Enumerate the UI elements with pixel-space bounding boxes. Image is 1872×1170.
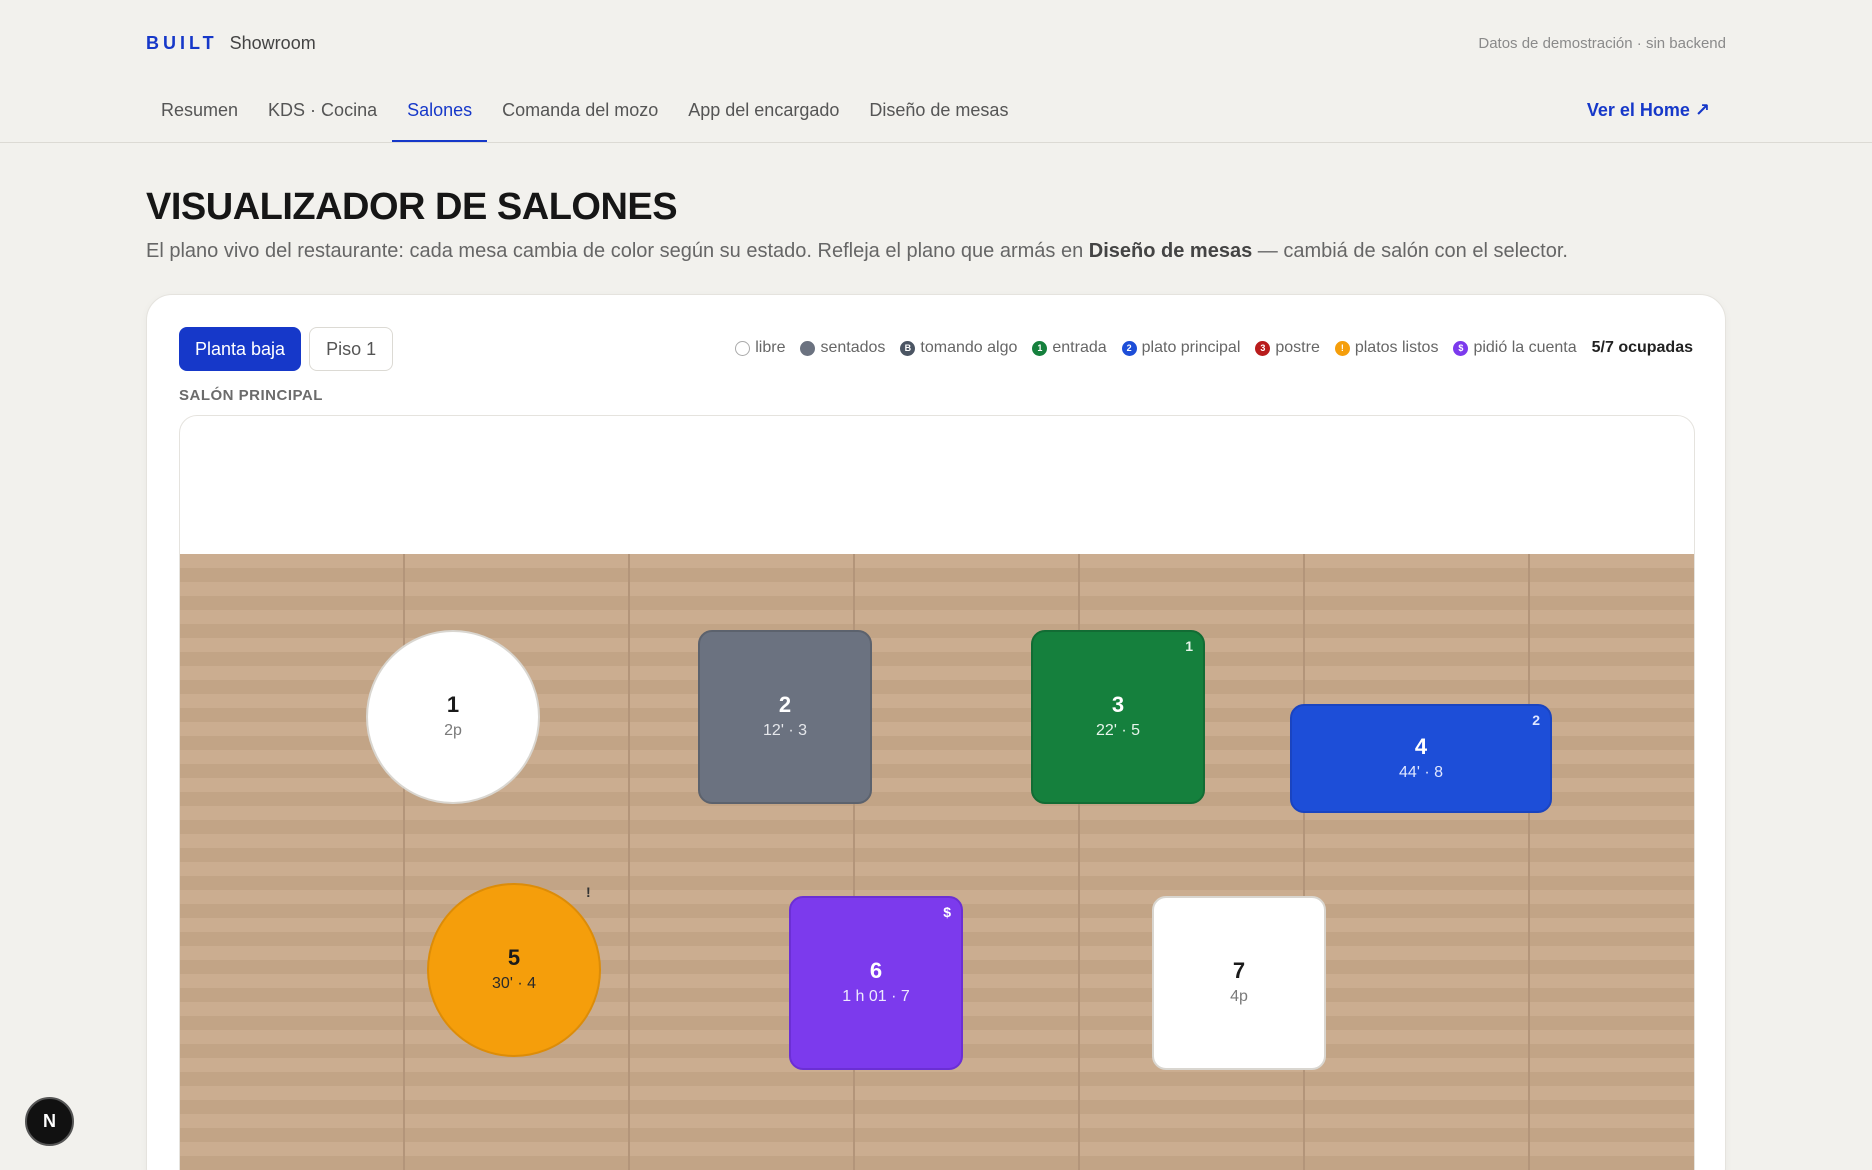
- occupancy-count: 5/7 ocupadas: [1591, 339, 1693, 356]
- table-1[interactable]: 1 2p: [366, 630, 540, 804]
- brand[interactable]: BUILT Showroom: [146, 33, 316, 54]
- nav-divider: [0, 142, 1872, 143]
- legend-label: postre: [1275, 339, 1320, 356]
- legend-label: tomando algo: [920, 339, 1018, 356]
- table-number: 7: [1232, 958, 1246, 983]
- table-meta: 22' · 5: [1096, 722, 1140, 739]
- tab-diseno-de-mesas[interactable]: Diseño de mesas: [854, 88, 1023, 143]
- tab-kds-cocina[interactable]: KDS · Cocina: [253, 88, 392, 143]
- legend-label: entrada: [1052, 339, 1107, 356]
- status-legend: libre sentados Btomando algo 1 entrada 2p…: [735, 339, 1693, 357]
- table-3[interactable]: 1 3 22' · 5: [1031, 630, 1205, 804]
- demo-note: Datos de demostración · sin backend: [1478, 34, 1726, 52]
- legend-item-tomando-algo: Btomando algo: [900, 339, 1017, 357]
- tab-resumen[interactable]: Resumen: [146, 88, 253, 143]
- legend-item-pidio-la-cuenta: $ pidió la cuenta: [1453, 339, 1577, 357]
- table-meta: 4p: [1230, 988, 1248, 1005]
- main-nav: Resumen KDS · Cocina Salones Comanda del…: [146, 88, 1726, 143]
- subtitle-emphasis: Diseño de mesas: [1088, 240, 1253, 262]
- subtitle-text: El plano vivo del restaurante: cada mesa…: [146, 240, 1089, 262]
- legend-label: plato principal: [1141, 339, 1241, 356]
- table-7[interactable]: 7 4p: [1152, 896, 1326, 1070]
- table-5[interactable]: 5 30' · 4: [427, 883, 601, 1057]
- legend-item-platos-listos: ! platos listos: [1334, 339, 1439, 357]
- legend-label: platos listos: [1354, 339, 1439, 356]
- home-link[interactable]: Ver el Home ↗: [1571, 88, 1726, 121]
- sentados-dot-icon: [800, 340, 816, 356]
- principal-dot-icon: 2: [1121, 340, 1137, 356]
- entrada-dot-icon: 1: [1032, 340, 1048, 356]
- plank-line: [628, 554, 630, 1170]
- nav-tabs: Resumen KDS · Cocina Salones Comanda del…: [146, 88, 1023, 143]
- table-5-badge: !: [586, 884, 591, 900]
- table-number: 2: [778, 692, 792, 717]
- tomando-dot-icon: B: [900, 340, 916, 356]
- floor-selector: Planta baja Piso 1: [179, 327, 394, 371]
- legend-label: pidió la cuenta: [1473, 339, 1577, 356]
- floor-plan: 1 2p 2 12' · 3 1 3 22' · 5 2 4 44' · 8 5…: [179, 415, 1695, 1170]
- table-meta: 44' · 8: [1399, 763, 1443, 781]
- table-badge: 1: [1185, 638, 1193, 654]
- legend-item-postre: 3 postre: [1255, 339, 1320, 357]
- table-6[interactable]: $ 6 1 h 01 · 7: [789, 896, 963, 1070]
- cuenta-dot-icon: $: [1453, 340, 1469, 356]
- listos-dot-icon: !: [1334, 340, 1350, 356]
- table-number: 5: [507, 945, 521, 970]
- table-number: 6: [869, 958, 883, 983]
- table-meta: 1 h 01 · 7: [842, 988, 910, 1005]
- table-number: 3: [1111, 692, 1125, 717]
- legend-label: sentados: [820, 339, 886, 356]
- table-badge: 2: [1532, 712, 1540, 728]
- top-bar: BUILT Showroom Datos de demostración · s…: [146, 28, 1726, 58]
- table-meta: 30' · 4: [492, 975, 536, 992]
- tab-comanda-del-mozo[interactable]: Comanda del mozo: [487, 88, 673, 143]
- tab-app-del-encargado[interactable]: App del encargado: [673, 88, 854, 143]
- plank-line: [1528, 554, 1530, 1170]
- plank-line: [1303, 554, 1305, 1170]
- floor-planta-baja-button[interactable]: Planta baja: [179, 327, 302, 371]
- salon-card: Planta baja Piso 1 libre sentados Btoman…: [146, 294, 1726, 1170]
- page-subtitle: El plano vivo del restaurante: cada mesa…: [146, 240, 1568, 263]
- postre-dot-icon: 3: [1255, 340, 1271, 356]
- table-number: 4: [1414, 733, 1428, 759]
- legend-label: libre: [755, 339, 786, 356]
- room-label: SALÓN PRINCIPAL: [179, 387, 323, 404]
- table-badge: $: [943, 904, 951, 920]
- legend-item-entrada: 1 entrada: [1032, 339, 1107, 357]
- table-4[interactable]: 2 4 44' · 8: [1290, 704, 1552, 813]
- table-meta: 12' · 3: [763, 722, 807, 739]
- table-number: 1: [446, 692, 460, 717]
- legend-item-libre: libre: [735, 339, 785, 357]
- dev-tools-badge[interactable]: N: [25, 1097, 74, 1146]
- brand-logo: BUILT: [146, 32, 218, 53]
- subtitle-text-end: — cambiá de salón con el selector.: [1252, 240, 1568, 262]
- page-title: VISUALIZADOR DE SALONES: [146, 186, 678, 228]
- brand-name: Showroom: [229, 32, 316, 53]
- libre-dot-icon: [735, 340, 751, 356]
- table-2[interactable]: 2 12' · 3: [698, 630, 872, 804]
- floor-piso-1-button[interactable]: Piso 1: [309, 327, 394, 371]
- table-meta: 2p: [444, 722, 462, 739]
- legend-item-plato-principal: 2 plato principal: [1121, 339, 1241, 357]
- legend-item-sentados: sentados: [800, 339, 885, 357]
- tab-salones[interactable]: Salones: [392, 88, 488, 143]
